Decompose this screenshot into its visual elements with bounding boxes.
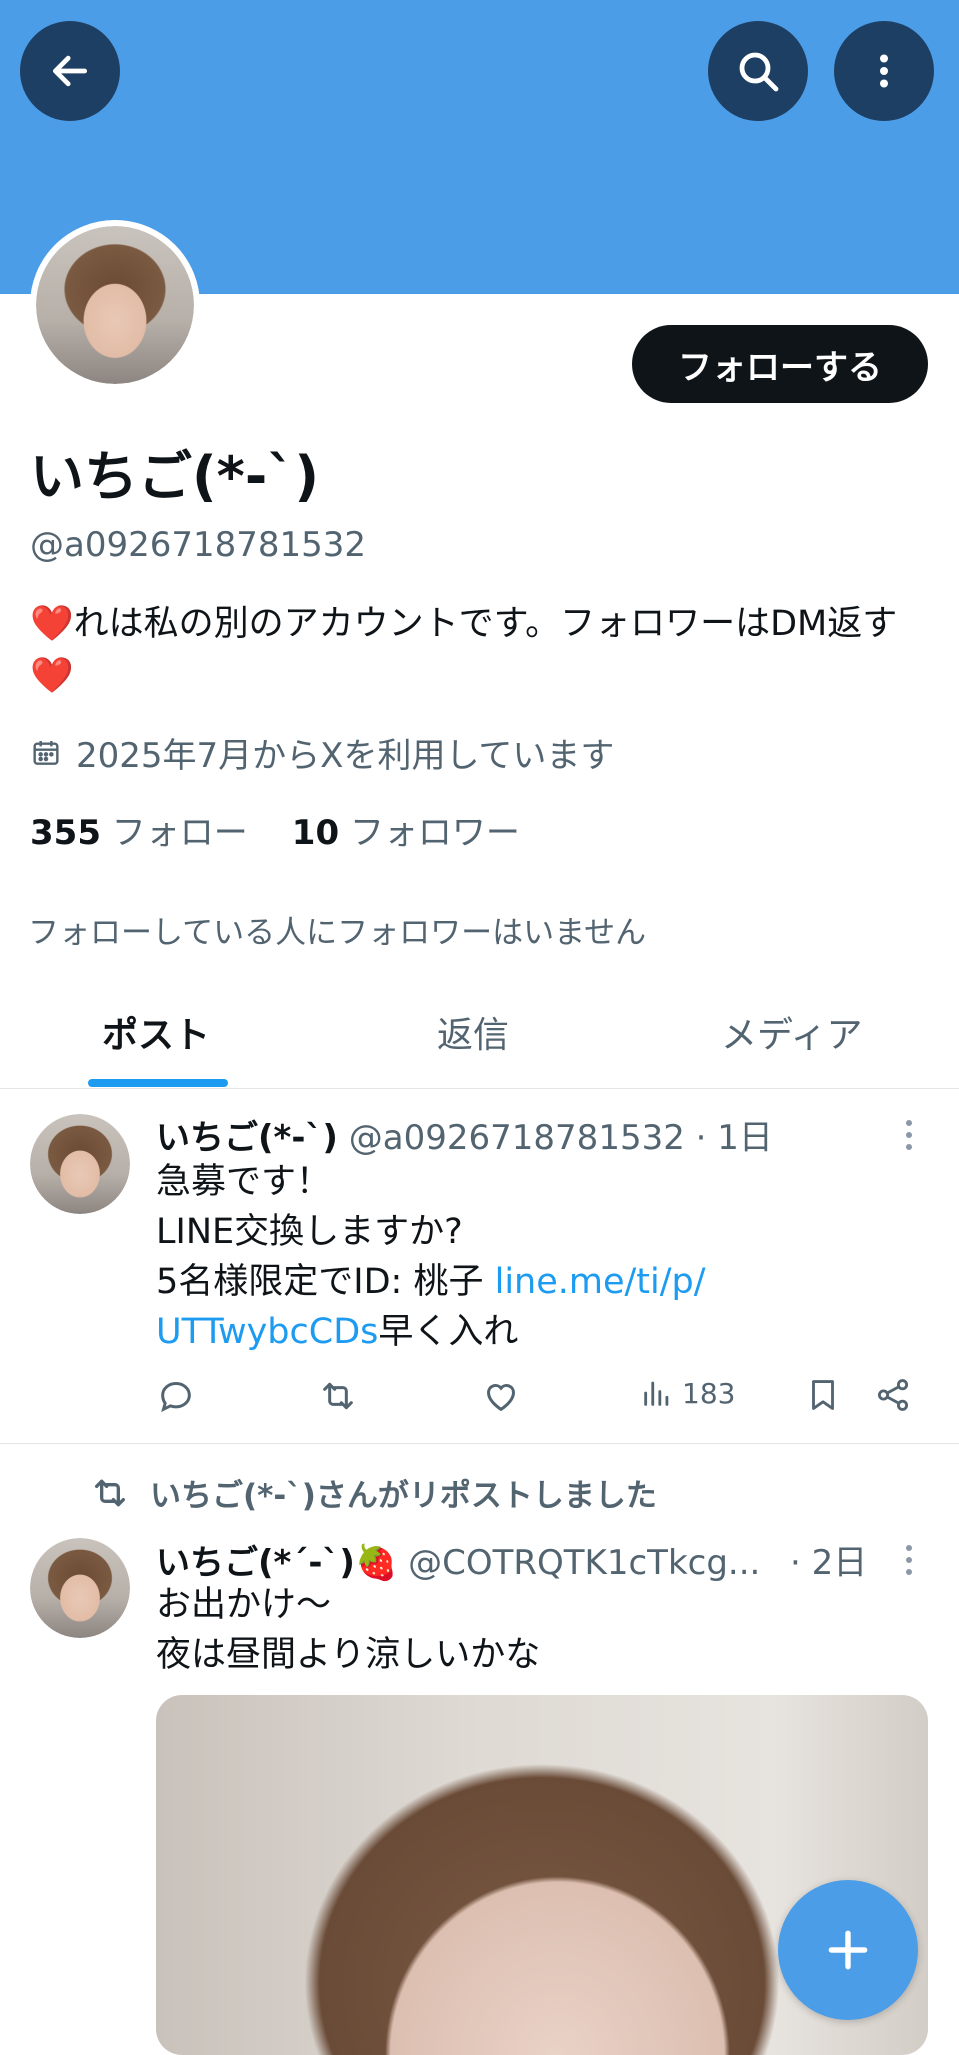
post-actions: 183 (156, 1376, 916, 1420)
following-label: フォロー (111, 813, 248, 853)
follow-button[interactable]: フォローする (632, 325, 928, 403)
post-header: いちご(*´-`)🍓 @COTRQTK1cTkcg... (156, 1535, 896, 1584)
share-icon (877, 1379, 909, 1411)
post-meta: @a0926718781532 · 1日 (348, 1118, 773, 1158)
plus-icon (828, 1930, 868, 1970)
profile-bio: ❤️れは私の別のアカウントです。フォロワーはDM返す❤️ (30, 604, 898, 696)
repost-indicator: いちご(*-`)さんがリポストしました (90, 1470, 657, 1515)
back-button[interactable] (20, 21, 120, 121)
post-text: お出かけ～ 夜は昼間より涼しいかな (156, 1580, 540, 1680)
followers-label: フォロワー (349, 813, 520, 853)
reply-button[interactable] (156, 1376, 196, 1416)
profile-name: いちご(*-`) (30, 445, 320, 508)
joined-date: 2025年7月からXを利用しています (30, 728, 614, 777)
post-author-name[interactable]: いちご(*-`) (156, 1118, 338, 1158)
repost-button[interactable] (318, 1376, 358, 1416)
search-icon (739, 52, 779, 92)
search-button[interactable] (708, 21, 808, 121)
avatar-photo (30, 1114, 130, 1214)
post-line: 急募です！ (156, 1162, 332, 1202)
share-button[interactable] (874, 1376, 912, 1414)
views-chart-icon (644, 1381, 669, 1406)
more-button[interactable] (834, 21, 934, 121)
followers-you-know-notice: フォローしている人にフォロワーはいません (28, 915, 647, 951)
post-avatar[interactable] (30, 1114, 130, 1214)
post-line: LINE交換しますか? (156, 1212, 463, 1252)
more-vertical-icon (880, 54, 888, 88)
avatar-photo (36, 226, 194, 384)
repost-icon (95, 1479, 126, 1506)
tab-replies[interactable]: 返信 (437, 1006, 509, 1058)
post-line: 5名様限定でID: 桃子 (156, 1262, 495, 1302)
post-more-icon[interactable] (904, 1118, 914, 1152)
heart-icon (487, 1384, 515, 1412)
follow-stats: 355 フォロー 10 フォロワー (30, 805, 520, 854)
post-author-name[interactable]: いちご(*´-`)🍓 (156, 1543, 397, 1583)
active-tab-indicator (88, 1079, 228, 1087)
repost-icon (323, 1382, 353, 1410)
followers-link[interactable]: 10 フォロワー (292, 805, 520, 854)
calendar-icon (33, 740, 59, 765)
following-link[interactable]: 355 フォロー (30, 805, 248, 854)
tab-media[interactable]: メディア (721, 1006, 862, 1058)
post-link[interactable]: line.me/ti/p/ (495, 1262, 706, 1302)
bookmark-button[interactable] (804, 1376, 842, 1414)
views-count: 183 (682, 1376, 736, 1410)
post-link-cont[interactable]: UTTwybcCDs (156, 1312, 378, 1352)
like-button[interactable] (481, 1376, 521, 1416)
followers-count: 10 (291, 813, 340, 853)
post-more-icon[interactable] (904, 1543, 914, 1577)
compose-button[interactable] (778, 1880, 918, 2020)
joined-text: 2025年7月からXを利用しています (76, 736, 615, 776)
post-text: 急募です！ LINE交換しますか? 5名様限定でID: 桃子 line.me/t… (156, 1157, 706, 1357)
tab-posts[interactable]: ポスト (102, 1006, 210, 1058)
post-line: お出かけ～ (156, 1585, 332, 1625)
post-line: 夜は昼間より涼しいかな (156, 1635, 541, 1675)
post-avatar[interactable] (30, 1538, 130, 1638)
avatar-photo (30, 1538, 130, 1638)
following-count: 355 (30, 813, 101, 853)
post-author-handle: @COTRQTK1cTkcg... (408, 1543, 761, 1583)
post-header: いちご(*-`) @a0926718781532 · 1日 (156, 1110, 773, 1159)
post-divider (0, 1443, 959, 1444)
profile-avatar[interactable] (30, 220, 200, 390)
profile-tabs: ポスト 返信 メディア (0, 992, 959, 1089)
profile-handle: @a0926718781532 (30, 525, 367, 565)
repost-label[interactable]: いちご(*-`)さんがリポストしました (150, 1470, 657, 1515)
bookmark-icon (812, 1380, 834, 1410)
post-line: 早く入れ (378, 1312, 519, 1352)
reply-icon (161, 1381, 191, 1413)
arrow-left-icon (52, 55, 88, 87)
post-time: · 2日 (790, 1543, 868, 1583)
views-button[interactable]: 183 (640, 1376, 735, 1410)
